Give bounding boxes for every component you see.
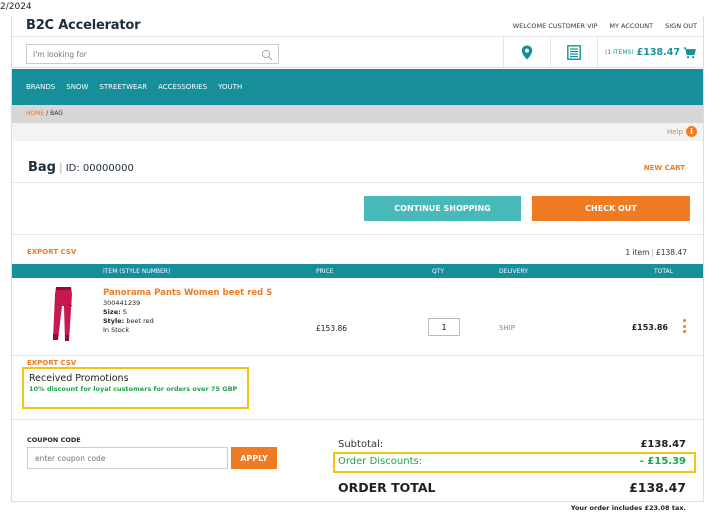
tax-note: Your order includes £23.08 tax. xyxy=(570,504,686,512)
style-value: beet red xyxy=(126,317,154,325)
sign-out-link[interactable]: SIGN OUT xyxy=(665,22,697,30)
export-csv-link-bottom[interactable]: EXPORT CSV xyxy=(27,359,76,367)
nav-item-snow[interactable]: SNOW xyxy=(66,83,88,91)
store-locator-button[interactable] xyxy=(503,37,550,68)
search-input[interactable] xyxy=(27,45,247,63)
subtotal-value: £138.47 xyxy=(640,439,686,450)
quick-order-button[interactable] xyxy=(550,37,597,68)
product-meta: 300441239 Size: S Style: beet red In Sto… xyxy=(103,299,154,335)
continue-shopping-button[interactable]: CONTINUE SHOPPING xyxy=(364,196,521,221)
col-qty: QTY xyxy=(432,268,445,275)
col-price: PRICE xyxy=(316,268,334,275)
product-image[interactable] xyxy=(34,284,94,344)
style-line: Style: beet red xyxy=(103,317,154,326)
help-row: Help i xyxy=(12,123,703,141)
breadcrumb-home[interactable]: HOME xyxy=(26,110,44,117)
search-box xyxy=(26,44,279,64)
discount-label: Order Discounts: xyxy=(338,456,423,467)
order-total-label: ORDER TOTAL xyxy=(338,480,436,495)
nav-item-streetwear[interactable]: STREETWEAR xyxy=(99,83,147,91)
promotions-box: Received Promotions 10% discount for loy… xyxy=(22,367,249,409)
page-title: Bag | ID: 00000000 xyxy=(28,160,134,175)
nav-item-accessories[interactable]: ACCESSORIES xyxy=(158,83,207,91)
new-cart-link[interactable]: NEW CART xyxy=(644,164,685,172)
cart-item-count: (1 ITEMS) xyxy=(605,49,634,56)
size-value: S xyxy=(122,308,127,316)
promotion-text: 10% discount for loyal customers for ord… xyxy=(29,385,238,393)
nav-item-brands[interactable]: BRANDS xyxy=(26,83,55,91)
item-summary: 1 item | £138.47 xyxy=(625,248,687,257)
location-pin-icon xyxy=(521,45,533,60)
breadcrumb: HOME / BAG xyxy=(12,105,703,123)
style-label: Style: xyxy=(103,317,125,325)
items-total: £138.47 xyxy=(655,248,687,257)
delivery-mode: SHIP xyxy=(499,324,515,332)
cart-total: £138.47 xyxy=(636,47,680,58)
help-label: Help xyxy=(667,127,683,136)
divider xyxy=(12,419,703,420)
page: B2C Accelerator WELCOME CUSTOMER VIP MY … xyxy=(11,16,704,512)
col-total: TOTAL xyxy=(653,268,673,275)
list-icon xyxy=(567,45,581,60)
order-total-value: £138.47 xyxy=(629,480,686,495)
my-account-link[interactable]: MY ACCOUNT xyxy=(609,22,653,30)
mini-cart[interactable]: (1 ITEMS) £138.47 xyxy=(597,37,703,68)
divider xyxy=(12,182,703,183)
cart-icon xyxy=(683,47,696,58)
breadcrumb-current: BAG xyxy=(50,110,63,117)
checkout-button[interactable]: CHECK OUT xyxy=(532,196,690,221)
col-delivery: DELIVERY xyxy=(499,268,528,275)
bag-title: Bag xyxy=(28,160,56,175)
table-row: Panorama Pants Women beet red S 30044123… xyxy=(12,278,703,356)
info-icon: i xyxy=(686,126,697,137)
coupon-label: COUPON CODE xyxy=(27,436,81,444)
title-separator: | xyxy=(59,161,63,174)
bag-id: ID: 00000000 xyxy=(65,163,134,174)
search-row: (1 ITEMS) £138.47 xyxy=(12,36,703,68)
quantity-input[interactable] xyxy=(428,318,460,336)
logo[interactable]: B2C Accelerator xyxy=(26,18,141,33)
apply-coupon-button[interactable]: APPLY xyxy=(231,447,277,469)
product-name[interactable]: Panorama Pants Women beet red S xyxy=(103,288,272,298)
date-fragment: 2/2024 xyxy=(0,2,32,12)
table-header: ITEM (STYLE NUMBER) PRICE QTY DELIVERY T… xyxy=(12,264,703,278)
summary-separator: | xyxy=(651,248,654,257)
help-link[interactable]: Help i xyxy=(667,126,697,137)
nav-item-youth[interactable]: YOUTH xyxy=(218,83,242,91)
item-count: 1 item xyxy=(625,248,650,257)
account-links: WELCOME CUSTOMER VIP MY ACCOUNT SIGN OUT xyxy=(513,22,697,30)
export-csv-link[interactable]: EXPORT CSV xyxy=(27,248,76,256)
divider xyxy=(12,234,703,235)
item-menu-icon[interactable] xyxy=(681,319,687,333)
coupon-input[interactable] xyxy=(27,447,228,469)
size-line: Size: S xyxy=(103,308,154,317)
subtotal-label: Subtotal: xyxy=(338,439,384,450)
breadcrumb-separator: / xyxy=(46,110,49,117)
size-label: Size: xyxy=(103,308,121,316)
promotions-title: Received Promotions xyxy=(29,373,129,384)
item-total: £153.86 xyxy=(631,323,668,332)
style-number: 300441239 xyxy=(103,299,141,307)
discount-value: - £15.39 xyxy=(639,456,686,467)
col-item: ITEM (STYLE NUMBER) xyxy=(103,268,171,275)
stock-status: In Stock xyxy=(103,326,130,334)
item-price: £153.86 xyxy=(316,324,348,333)
welcome-link[interactable]: WELCOME CUSTOMER VIP xyxy=(513,22,598,30)
search-icon[interactable] xyxy=(261,49,273,61)
header-top: B2C Accelerator WELCOME CUSTOMER VIP MY … xyxy=(12,16,703,34)
main-nav: BRANDS SNOW STREETWEAR ACCESSORIES YOUTH xyxy=(12,69,703,105)
